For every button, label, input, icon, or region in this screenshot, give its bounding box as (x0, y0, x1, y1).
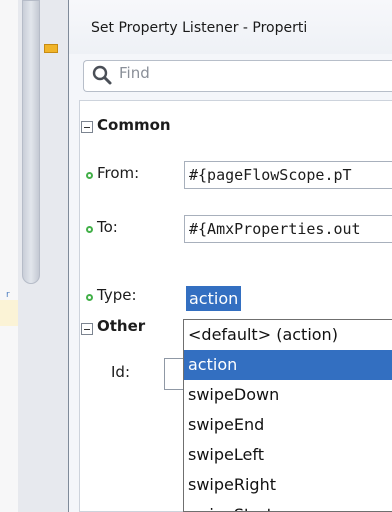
dropdown-option-swiperight[interactable]: swipeRight (184, 470, 392, 500)
section-other-label: Other (97, 317, 146, 335)
dropdown-option-swipeend[interactable]: swipeEnd (184, 410, 392, 440)
dropdown-option-swipestart[interactable]: swipeStart (184, 500, 392, 511)
dropdown-option-swipedown[interactable]: swipeDown (184, 380, 392, 410)
dialog-title-bar[interactable]: Set Property Listener - Properti (69, 0, 392, 54)
required-dot-icon (86, 226, 93, 233)
dropdown-option-swipeleft[interactable]: swipeLeft (184, 440, 392, 470)
scrollbar-thumb[interactable] (22, 0, 40, 284)
left-panel-edge (0, 0, 19, 512)
search-placeholder: Find (119, 64, 150, 82)
section-common-label: Common (97, 116, 171, 134)
type-label: Type: (97, 286, 137, 304)
from-field[interactable]: #{pageFlowScope.pT (184, 161, 392, 189)
from-label: From: (97, 164, 140, 182)
to-label: To: (97, 218, 118, 236)
collapse-common-toggle-icon[interactable] (81, 121, 93, 133)
dropdown-option-default[interactable]: <default> (action) (184, 320, 392, 350)
type-dropdown-list[interactable]: <default> (action) action swipeDown swip… (183, 319, 392, 512)
required-dot-icon (86, 294, 93, 301)
type-combobox-value[interactable]: action (186, 286, 242, 311)
search-icon[interactable] (91, 64, 113, 86)
id-label: Id: (111, 363, 130, 381)
to-field[interactable]: #{AmxProperties.out (184, 215, 392, 243)
left-panel-marker-text: r (6, 290, 10, 300)
dropdown-option-action[interactable]: action (184, 350, 392, 380)
required-dot-icon (86, 172, 93, 179)
left-selected-row (0, 300, 18, 326)
dialog-title: Set Property Listener - Properti (91, 20, 308, 36)
collapse-other-toggle-icon[interactable] (81, 323, 93, 335)
overview-marker-icon[interactable] (44, 44, 58, 53)
id-field[interactable] (164, 358, 184, 390)
